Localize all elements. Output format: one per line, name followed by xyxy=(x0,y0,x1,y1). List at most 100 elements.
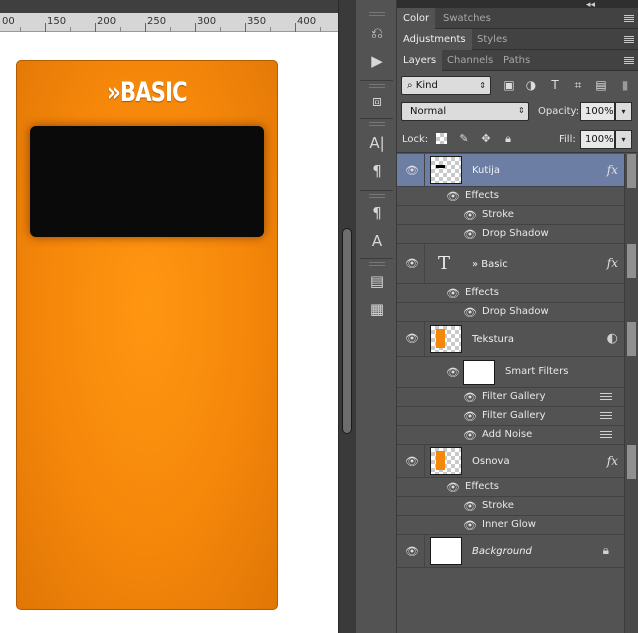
panel-menu-icon[interactable] xyxy=(624,15,634,22)
photoshop-window: 00 150 200 250 300 350 400 »BASIC ◂◂ ⎌ ▶… xyxy=(0,0,638,633)
shape-filter-icon[interactable]: ⌗ xyxy=(570,77,586,93)
visibility-eye-icon[interactable]: 👁︎ xyxy=(463,307,477,319)
visibility-eye-icon[interactable]: 👁︎ xyxy=(446,367,460,379)
layer-row-osnova[interactable]: 👁︎ Osnova fx xyxy=(397,445,624,478)
paragraph-icon[interactable]: ¶ xyxy=(365,160,389,182)
effect-row[interactable]: 👁︎ Drop Shadow xyxy=(397,303,624,322)
fx-icon[interactable]: fx xyxy=(607,163,618,177)
effects-row[interactable]: 👁︎ Effects xyxy=(397,187,624,206)
fill-dropdown-icon[interactable]: ▾ xyxy=(615,130,632,149)
notes-icon[interactable]: ▤ xyxy=(365,270,389,292)
tab-paths[interactable]: Paths xyxy=(497,50,536,71)
layer-thumbnail xyxy=(430,156,462,184)
layer-row-tekstura[interactable]: 👁︎ Tekstura ◐ xyxy=(397,322,624,357)
fill-field[interactable]: 100% xyxy=(580,130,615,149)
tab-channels[interactable]: Channels xyxy=(441,50,499,71)
visibility-eye-icon[interactable]: 👁︎ xyxy=(405,165,419,177)
type-filter-icon[interactable]: T xyxy=(547,77,563,93)
lock-all-icon[interactable]: 🔒︎ xyxy=(501,132,515,146)
filter-options-icon[interactable] xyxy=(600,393,612,402)
filter-row[interactable]: 👁︎ Filter Gallery xyxy=(397,407,624,426)
layer-name[interactable]: Background xyxy=(472,546,532,557)
opacity-label: Opacity: xyxy=(538,106,580,117)
tab-styles[interactable]: Styles xyxy=(471,29,513,50)
tab-layers[interactable]: Layers xyxy=(397,50,443,71)
visibility-eye-icon[interactable]: 👁︎ xyxy=(463,430,477,442)
effects-label: Effects xyxy=(465,190,499,201)
paragraph-styles-icon[interactable]: A xyxy=(365,230,389,252)
pixel-filter-icon[interactable]: ▣ xyxy=(501,77,517,93)
filter-toggle-icon[interactable]: ▮ xyxy=(617,77,633,93)
play-action-icon[interactable]: ▶ xyxy=(365,50,389,72)
character-icon[interactable]: A| xyxy=(365,132,389,154)
effect-row[interactable]: 👁︎ Inner Glow xyxy=(397,516,624,535)
kind-filter-select[interactable]: ⌕ Kind ⇕ xyxy=(401,76,491,95)
ruler-label: 250 xyxy=(147,16,167,27)
visibility-eye-icon[interactable]: 👁︎ xyxy=(405,258,419,270)
layer-name[interactable]: » Basic xyxy=(472,259,508,270)
layer-name[interactable]: Osnova xyxy=(472,456,510,467)
grip-icon[interactable] xyxy=(369,262,385,268)
panel-menu-icon[interactable] xyxy=(624,57,634,64)
lock-pixels-icon[interactable]: ✎ xyxy=(457,132,471,146)
smart-filter-badge-icon: ◐ xyxy=(606,331,618,346)
search-icon: ⌕ xyxy=(407,80,416,91)
scrollbar-thumb[interactable] xyxy=(342,228,352,434)
properties-icon[interactable]: ▦ xyxy=(365,298,389,320)
history-brush-icon[interactable]: ⎌ xyxy=(365,22,389,44)
opacity-dropdown-icon[interactable]: ▾ xyxy=(615,102,632,121)
filter-options-icon[interactable] xyxy=(600,412,612,421)
tab-color[interactable]: Color xyxy=(397,8,436,29)
lock-transparency-icon[interactable] xyxy=(436,133,447,144)
smart-object-filter-icon[interactable]: ▤ xyxy=(593,77,609,93)
3d-cube-icon[interactable]: ⧈ xyxy=(365,90,389,112)
tab-adjustments[interactable]: Adjustments xyxy=(397,29,472,50)
fx-icon[interactable]: fx xyxy=(607,256,618,270)
visibility-eye-icon[interactable]: 👁︎ xyxy=(463,210,477,222)
lock-position-icon[interactable]: ✥ xyxy=(479,132,493,146)
visibility-eye-icon[interactable]: 👁︎ xyxy=(405,333,419,345)
effects-row[interactable]: 👁︎ Effects xyxy=(397,284,624,303)
lock-label: Lock: xyxy=(402,134,429,145)
effect-row[interactable]: 👁︎ Drop Shadow xyxy=(397,225,624,244)
effect-name: Stroke xyxy=(482,209,514,220)
ruler-label: 400 xyxy=(297,16,317,27)
layers-scrollbar[interactable] xyxy=(624,154,638,633)
blend-mode-select[interactable]: Normal xyxy=(401,102,529,121)
filter-row[interactable]: 👁︎ Filter Gallery xyxy=(397,388,624,407)
visibility-eye-icon[interactable]: 👁︎ xyxy=(405,456,419,468)
grip-icon[interactable] xyxy=(369,12,385,18)
canvas-vertical-scrollbar[interactable] xyxy=(338,0,356,633)
layer-row-kutija[interactable]: 👁︎ Kutija fx xyxy=(397,154,624,187)
visibility-eye-icon[interactable]: 👁︎ xyxy=(446,482,460,494)
fx-icon[interactable]: fx xyxy=(607,454,618,468)
adjustment-filter-icon[interactable]: ◑ xyxy=(523,77,539,93)
smart-filters-row[interactable]: 👁︎ Smart Filters xyxy=(397,357,624,388)
visibility-eye-icon[interactable]: 👁︎ xyxy=(463,520,477,532)
visibility-eye-icon[interactable]: 👁︎ xyxy=(446,191,460,203)
smart-filters-label: Smart Filters xyxy=(505,366,569,377)
layer-row-background[interactable]: 👁︎ Background 🔒︎ xyxy=(397,535,624,568)
layer-name[interactable]: Tekstura xyxy=(472,334,514,345)
character-styles-icon[interactable]: ¶ xyxy=(365,202,389,224)
layer-name[interactable]: Kutija xyxy=(472,165,500,176)
visibility-eye-icon[interactable]: 👁︎ xyxy=(463,411,477,423)
opacity-field[interactable]: 100% xyxy=(580,102,615,121)
filter-row[interactable]: 👁︎ Add Noise xyxy=(397,426,624,445)
grip-icon[interactable] xyxy=(369,122,385,128)
visibility-eye-icon[interactable]: 👁︎ xyxy=(463,501,477,513)
effects-row[interactable]: 👁︎ Effects xyxy=(397,478,624,497)
grip-icon[interactable] xyxy=(369,194,385,200)
filter-mask-thumbnail xyxy=(463,360,495,385)
document-canvas[interactable]: »BASIC xyxy=(0,32,338,633)
filter-options-icon[interactable] xyxy=(600,431,612,440)
panel-menu-icon[interactable] xyxy=(624,36,634,43)
effect-row[interactable]: 👁︎ Stroke xyxy=(397,497,624,516)
visibility-eye-icon[interactable]: 👁︎ xyxy=(446,288,460,300)
visibility-eye-icon[interactable]: 👁︎ xyxy=(463,229,477,241)
tab-swatches[interactable]: Swatches xyxy=(437,8,497,29)
visibility-eye-icon[interactable]: 👁︎ xyxy=(405,546,419,558)
effect-row[interactable]: 👁︎ Stroke xyxy=(397,206,624,225)
layer-row-basic[interactable]: 👁︎ T » Basic fx xyxy=(397,244,624,284)
visibility-eye-icon[interactable]: 👁︎ xyxy=(463,392,477,404)
